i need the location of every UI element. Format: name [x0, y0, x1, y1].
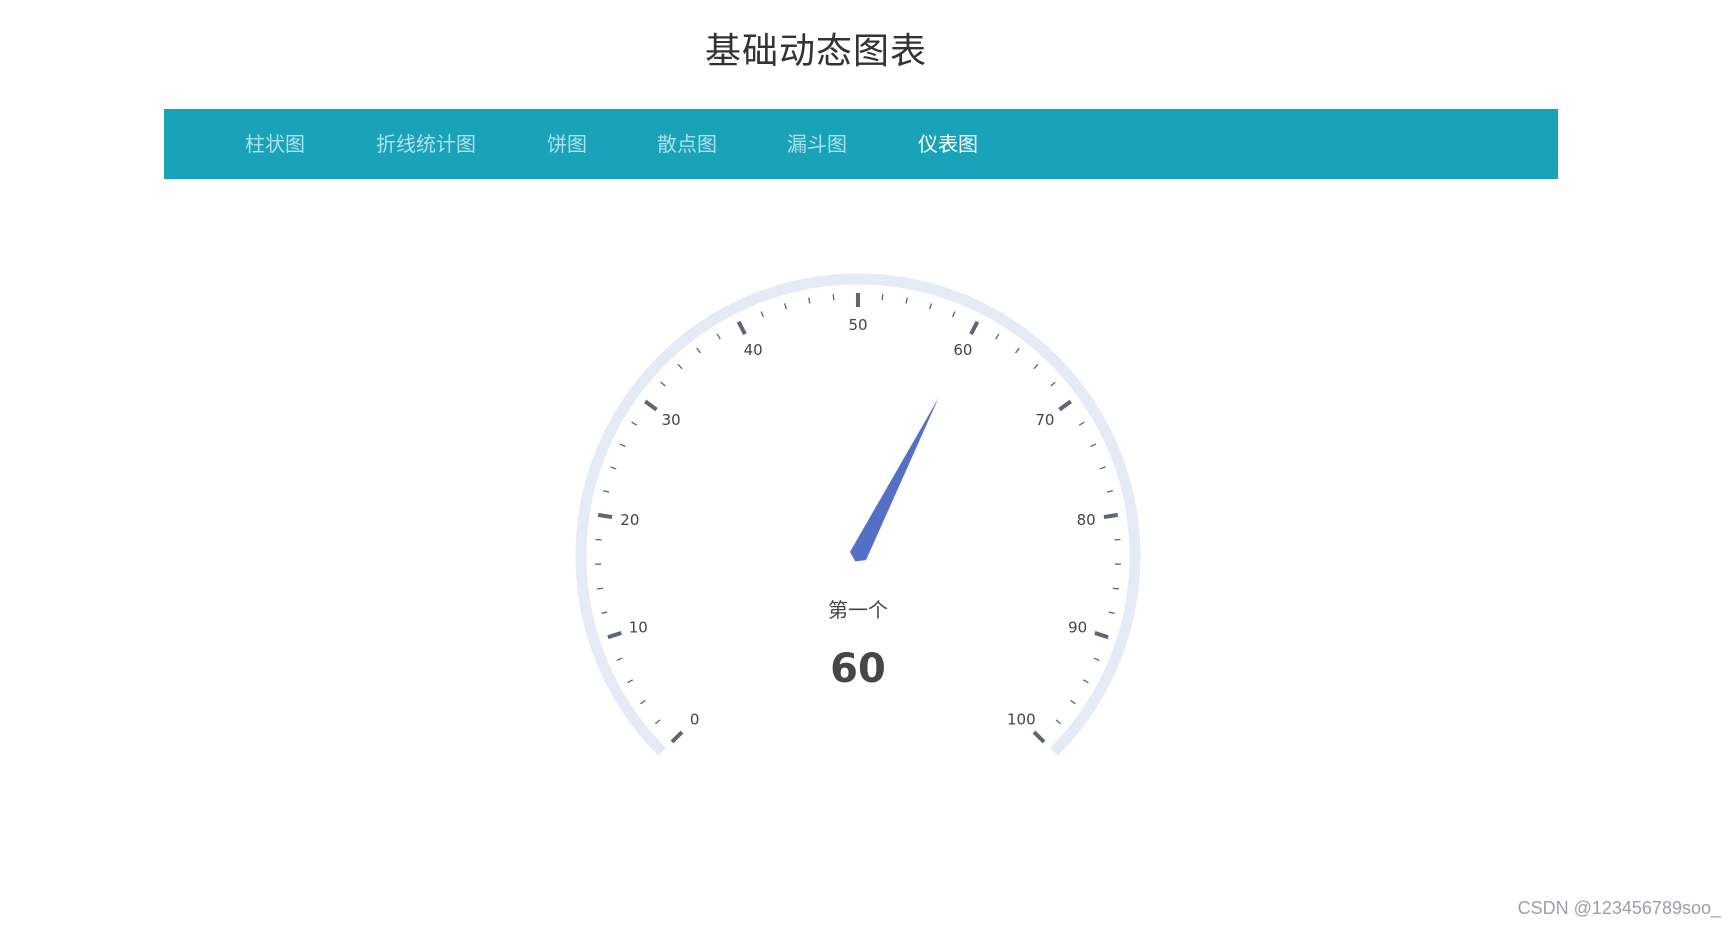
gauge-tick-label: 90 [1068, 618, 1087, 636]
gauge-minor-tick [808, 297, 811, 304]
gauge-major-tick [670, 730, 684, 744]
gauge-minor-tick [760, 311, 764, 318]
gauge-minor-tick [716, 333, 721, 340]
gauge-tick-label: 0 [690, 710, 700, 728]
gauge-tick-label: 80 [1077, 511, 1096, 529]
gauge-minor-tick [995, 333, 1000, 340]
gauge-minor-tick [784, 303, 787, 310]
gauge-major-tick [736, 320, 747, 336]
gauge-minor-tick [627, 679, 634, 684]
gauge-tick-label: 70 [1035, 411, 1054, 429]
gauge-minor-tick [1090, 443, 1097, 448]
gauge-tick-label: 20 [620, 511, 639, 529]
gauge-minor-tick [1015, 347, 1020, 354]
gauge-minor-tick [660, 381, 666, 387]
gauge-tick-label: 100 [1007, 710, 1036, 728]
gauge-minor-tick [603, 489, 610, 493]
gauge-minor-tick [631, 421, 638, 426]
gauge-minor-tick [929, 303, 932, 310]
gauge-minor-tick [881, 294, 884, 301]
gauge-tick-label: 60 [953, 341, 972, 359]
gauge-tick-label: 40 [744, 341, 763, 359]
gauge-tick-label: 10 [629, 618, 648, 636]
gauge-minor-tick [1050, 381, 1056, 387]
gauge-major-tick [1032, 730, 1046, 744]
gauge-major-tick [1058, 399, 1072, 412]
gauge-minor-tick [1055, 719, 1062, 725]
gauge-minor-tick [1082, 679, 1089, 684]
gauge-minor-tick [640, 699, 646, 705]
gauge-minor-tick [677, 363, 683, 370]
watermark: CSDN @123456789soo_ [1517, 898, 1721, 918]
gauge-tick-label: 30 [662, 411, 681, 429]
gauge-minor-tick [596, 587, 604, 590]
gauge-tick-label: 50 [848, 316, 867, 334]
gauge-minor-tick [696, 347, 701, 354]
gauge-minor-tick [619, 443, 626, 448]
gauge-minor-tick [1070, 699, 1076, 705]
gauge-major-tick [644, 399, 658, 412]
gauge-chart: 0 10 20 30 40 50 60 70 80 90 100 第一个 60 [575, 273, 1141, 756]
gauge-minor-tick [1078, 421, 1085, 426]
gauge-major-tick [607, 631, 622, 640]
gauge-major-tick [1094, 631, 1109, 640]
gauge-value: 60 [830, 646, 886, 692]
gauge-major-tick [597, 512, 613, 520]
gauge-minor-tick [610, 466, 617, 470]
gauge-minor-tick [1033, 363, 1039, 370]
gauge-major-tick [1103, 512, 1119, 520]
gauge-minor-tick [832, 294, 835, 301]
gauge-major-tick [969, 320, 980, 336]
gauge-series-name: 第一个 [828, 598, 888, 622]
gauge-minor-tick [1106, 489, 1113, 493]
gauge-minor-tick [905, 297, 908, 304]
gauge-minor-tick [1112, 587, 1120, 590]
gauge-minor-tick [654, 719, 661, 725]
gauge-minor-tick [601, 611, 608, 615]
gauge-minor-tick [1093, 657, 1100, 662]
gauge-minor-tick [1108, 611, 1115, 615]
gauge-minor-tick [952, 311, 956, 318]
gauge-minor-tick [1099, 466, 1106, 470]
gauge-pointer [849, 398, 939, 562]
gauge-minor-tick [616, 657, 623, 662]
